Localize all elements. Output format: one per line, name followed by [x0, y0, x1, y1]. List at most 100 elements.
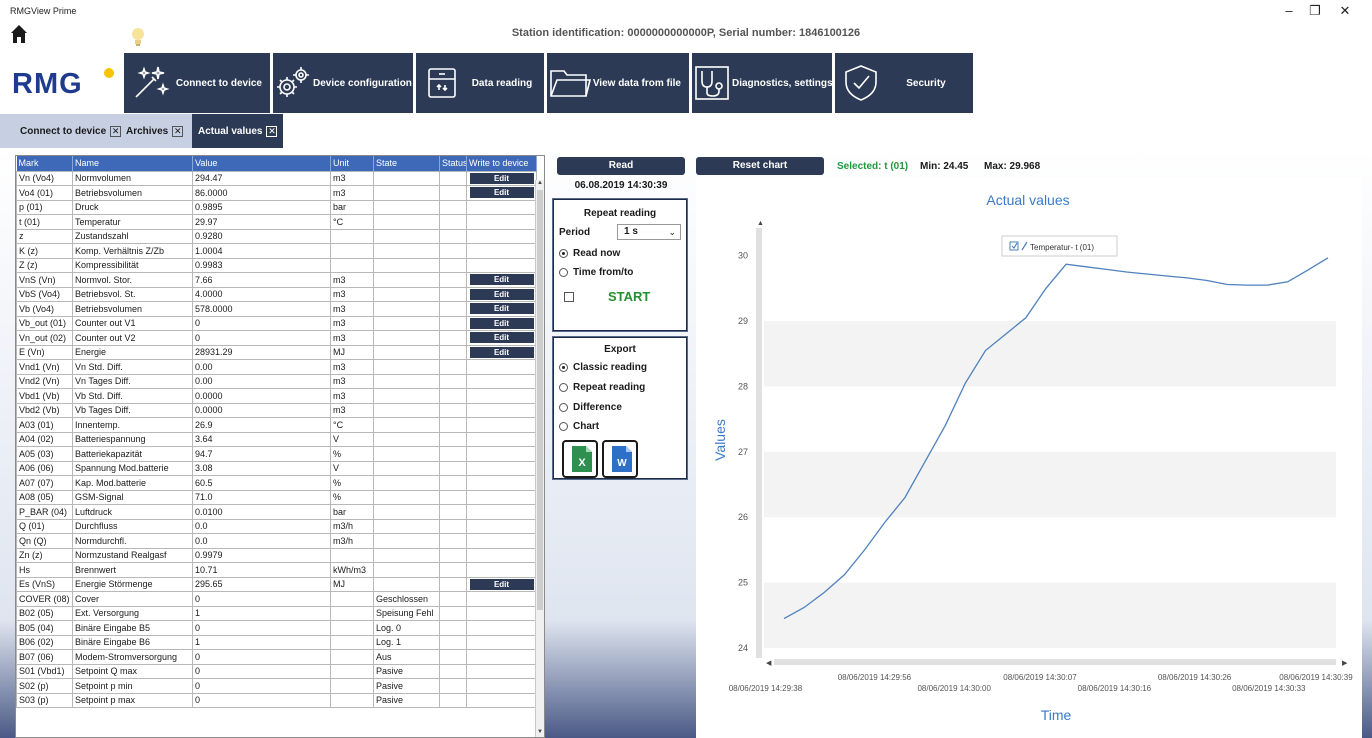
table-row[interactable]: A04 (02) Batteriespannung 3.64 V	[16, 431, 537, 447]
export-difference-radio[interactable]: Difference	[559, 402, 622, 413]
table-row[interactable]: p (01) Druck 0.9895 bar	[16, 199, 537, 215]
export-classic-radio[interactable]: Classic reading	[559, 362, 647, 373]
start-button[interactable]: START	[608, 289, 650, 304]
table-row[interactable]: S03 (p) Setpoint p max 0 Pasive	[16, 692, 537, 708]
table-row[interactable]: Vnd1 (Vn) Vn Std. Diff. 0.00 m3	[16, 359, 537, 375]
scroll-up-icon[interactable]: ▲	[536, 180, 544, 189]
edit-button[interactable]: Edit	[469, 578, 534, 590]
connect-to-device-button[interactable]: Connect to device	[124, 53, 270, 113]
table-row[interactable]: A06 (06) Spannung Mod.batterie 3.08 V	[16, 460, 537, 476]
start-checkbox[interactable]	[564, 292, 574, 302]
cell-value: 0.0	[192, 518, 331, 534]
edit-button[interactable]: Edit	[469, 288, 534, 300]
data-reading-button[interactable]: Data reading	[416, 53, 544, 113]
table-row[interactable]: Q (01) Durchfluss 0.0 m3/h	[16, 518, 537, 534]
table-row[interactable]: A05 (03) Batteriekapazität 94.7%	[16, 446, 537, 462]
table-row[interactable]: Vb (Vo4) Betriebsvolumen 578.0000 m3 Edit	[16, 301, 537, 317]
table-row[interactable]: K (z) Komp. Verhältnis Z/Zb 1.0004	[16, 243, 537, 259]
table-row[interactable]: B07 (06) Modem-Stromversorgung 0 Aus	[16, 649, 537, 665]
table-row[interactable]: E (Vn) Energie 28931.29 MJ Edit	[16, 344, 537, 360]
table-scrollbar[interactable]: ▲ ▼	[535, 180, 544, 737]
col-header-name[interactable]: Name	[72, 156, 193, 171]
cell-mark: Vnd2 (Vn)	[16, 373, 73, 389]
cell-unit: m3/h	[330, 518, 374, 534]
table-row[interactable]: A03 (01) Innentemp. 26.9 °C	[16, 417, 537, 433]
edit-button[interactable]: Edit	[469, 346, 534, 358]
table-row[interactable]: B02 (05) Ext. Versorgung 1 Speisung Fehl	[16, 605, 537, 621]
cell-state	[373, 214, 440, 230]
cell-mark: Vo4 (01)	[16, 185, 73, 201]
table-row[interactable]: t (01) Temperatur 29.97 °C	[16, 214, 537, 230]
min-value-label: Min: 24.45	[920, 161, 969, 172]
table-row[interactable]: Es (VnS) Energie Störmenge 295.65 MJ Edit	[16, 576, 537, 592]
cell-write	[466, 446, 537, 462]
cell-state	[373, 533, 440, 549]
table-row[interactable]: VbS (Vo4) Betriebsvol. St. 4.0000 m3 Edit	[16, 286, 537, 302]
tab-archives[interactable]: Archives ✕	[120, 114, 189, 148]
col-header-write[interactable]: Write to device	[466, 156, 537, 171]
table-row[interactable]: VnS (Vn) Normvol. Stor. 7.66 m3 Edit	[16, 272, 537, 288]
table-row[interactable]: Vo4 (01) Betriebsvolumen 86.0000 m3 Edit	[16, 185, 537, 201]
edit-button[interactable]: Edit	[469, 332, 534, 344]
edit-button[interactable]: Edit	[469, 187, 534, 199]
table-row[interactable]: Vb_out (01) Counter out V1 0 m3 Edit	[16, 315, 537, 331]
table-row[interactable]: Vbd2 (Vb) Vb Tages Diff. 0.0000 m3	[16, 402, 537, 418]
edit-button[interactable]: Edit	[469, 172, 534, 184]
time-from-to-radio[interactable]: Time from/to	[559, 267, 633, 278]
cell-mark: Zn (z)	[16, 547, 73, 563]
table-row[interactable]: Vbd1 (Vb) Vb Std. Diff. 0.0000 m3	[16, 388, 537, 404]
table-row[interactable]: Vn_out (02) Counter out V2 0 m3 Edit	[16, 330, 537, 346]
table-row[interactable]: S02 (p) Setpoint p min 0 Pasive	[16, 678, 537, 694]
actual-values-chart[interactable]: Actual values Values Time 24 25 26 27 28 29 30…	[696, 178, 1362, 738]
close-tab-icon[interactable]: ✕	[172, 125, 184, 137]
read-button[interactable]: Read	[557, 157, 685, 175]
device-configuration-button[interactable]: Device configuration	[273, 53, 413, 113]
table-row[interactable]: Z (z) Kompressibilität 0.9983	[16, 257, 537, 273]
table-row[interactable]: A08 (05) GSM-Signal 71.0%	[16, 489, 537, 505]
export-repeat-radio[interactable]: Repeat reading	[559, 382, 645, 393]
table-row[interactable]: z Zustandszahl 0.9280	[16, 228, 537, 244]
table-row[interactable]: A07 (07) Kap. Mod.batterie 60.5%	[16, 475, 537, 491]
export-excel-button[interactable]: X	[562, 440, 598, 478]
close-button[interactable]: ✕	[1335, 3, 1355, 19]
close-tab-icon[interactable]: ✕	[266, 125, 278, 137]
tab-actual-values[interactable]: Actual values ✕	[192, 114, 284, 148]
col-header-status[interactable]: Status	[439, 156, 467, 171]
export-chart-radio[interactable]: Chart	[559, 421, 599, 432]
export-word-button[interactable]: W	[602, 440, 638, 478]
period-select[interactable]: 1 s ⌄	[617, 224, 681, 240]
table-row[interactable]: Vnd2 (Vn) Vn Tages Diff. 0.00 m3	[16, 373, 537, 389]
reset-chart-button[interactable]: Reset chart	[696, 157, 824, 175]
edit-button[interactable]: Edit	[469, 317, 534, 329]
minimize-button[interactable]: –	[1279, 3, 1299, 18]
cell-unit: °C	[330, 214, 374, 230]
edit-button[interactable]: Edit	[469, 303, 534, 315]
table-row[interactable]: S01 (Vbd1) Setpoint Q max 0 Pasive	[16, 663, 537, 679]
col-header-mark[interactable]: Mark	[16, 156, 73, 171]
col-header-unit[interactable]: Unit	[330, 156, 374, 171]
diagnostics-settings-button[interactable]: Diagnostics, settings	[692, 53, 833, 113]
cell-name: Spannung Mod.batterie	[72, 460, 193, 476]
read-now-radio[interactable]: Read now	[559, 248, 620, 259]
col-header-state[interactable]: State	[373, 156, 440, 171]
security-button[interactable]: Security	[835, 53, 973, 113]
table-row[interactable]: COVER (08) Cover 0 Geschlossen	[16, 591, 537, 607]
scrollbar-thumb[interactable]	[537, 190, 543, 610]
tab-connect-to-device[interactable]: Connect to device ✕	[14, 114, 127, 148]
cell-name: Normdurchfl.	[72, 533, 193, 549]
table-row[interactable]: Qn (Q) Normdurchfl. 0.0 m3/h	[16, 533, 537, 549]
table-row[interactable]: P_BAR (04) Luftdruck 0.0100 bar	[16, 504, 537, 520]
table-row[interactable]: Vn (Vo4) Normvolumen 294.47 m3 Edit	[16, 170, 537, 186]
table-row[interactable]: Zn (z) Normzustand Realgasf 0.9979	[16, 547, 537, 563]
col-header-value[interactable]: Value	[192, 156, 331, 171]
restore-button[interactable]: ❐	[1305, 3, 1325, 19]
scroll-down-icon[interactable]: ▼	[536, 729, 544, 737]
edit-button[interactable]: Edit	[469, 274, 534, 286]
table-row[interactable]: Hs Brennwert 10.71 kWh/m3	[16, 562, 537, 578]
view-data-from-file-button[interactable]: View data from file	[547, 53, 689, 113]
title-bar: RMGView Prime – ❐ ✕	[0, 0, 1372, 22]
table-row[interactable]: B05 (04) Binäre Eingabe B5 0 Log. 0	[16, 620, 537, 636]
cell-value: 0.0	[192, 533, 331, 549]
table-row[interactable]: B06 (02) Binäre Eingabe B6 1 Log. 1	[16, 634, 537, 650]
chart-panel: Actual values Values Time 24 25 26 27 28 29 30…	[696, 178, 1362, 738]
